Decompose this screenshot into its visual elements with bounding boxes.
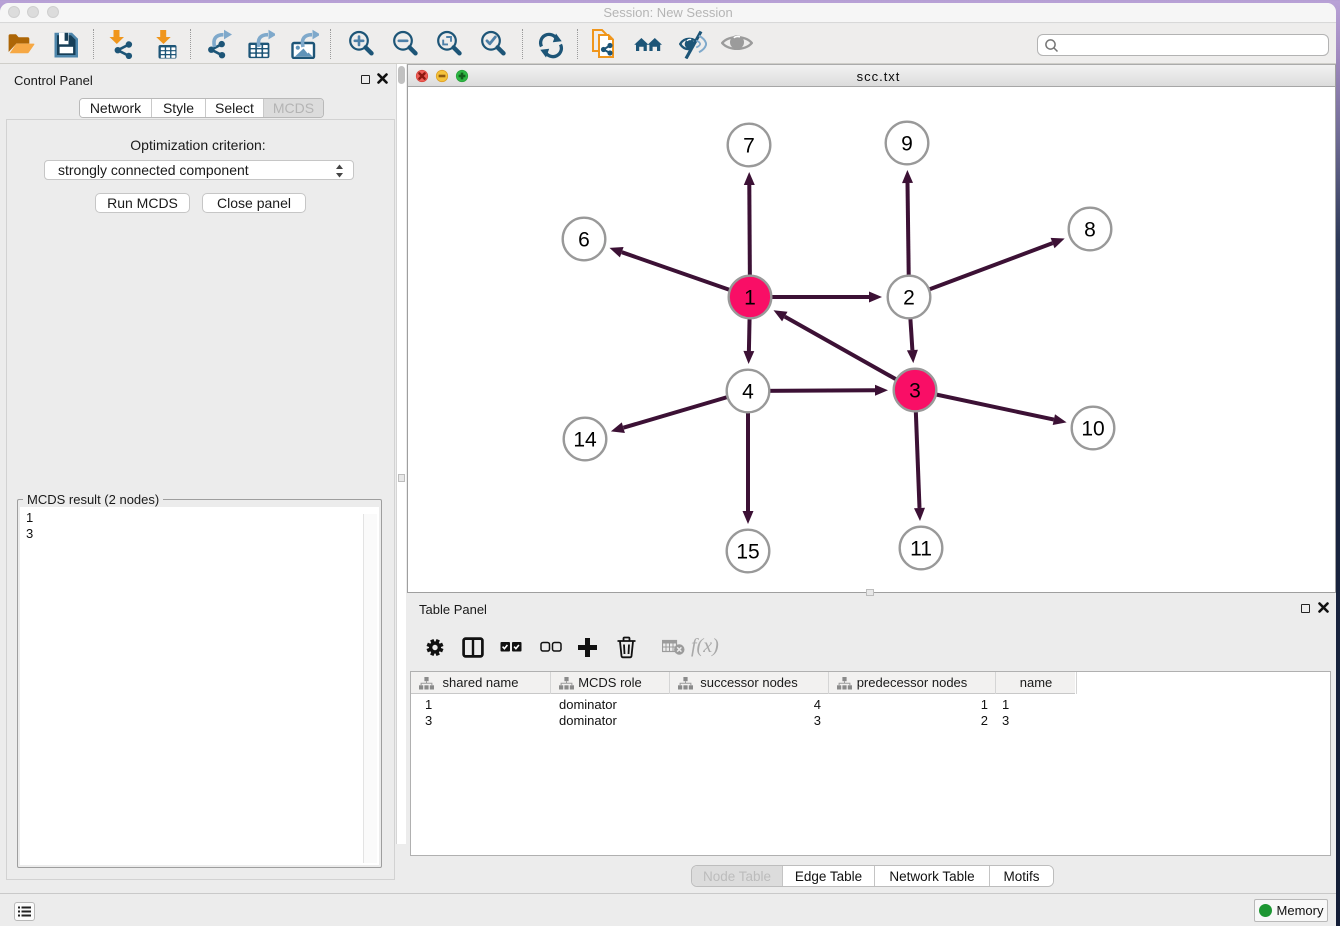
- svg-text:3: 3: [909, 380, 921, 403]
- svg-text:9: 9: [901, 133, 913, 156]
- svg-text:6: 6: [578, 229, 590, 252]
- svg-text:15: 15: [736, 541, 759, 564]
- svg-text:4: 4: [742, 381, 754, 404]
- svg-text:7: 7: [743, 135, 755, 158]
- svg-text:8: 8: [1084, 219, 1096, 242]
- svg-text:14: 14: [573, 429, 597, 452]
- svg-text:2: 2: [903, 287, 915, 310]
- svg-text:11: 11: [910, 538, 932, 561]
- svg-text:1: 1: [744, 287, 756, 310]
- svg-text:10: 10: [1081, 418, 1104, 441]
